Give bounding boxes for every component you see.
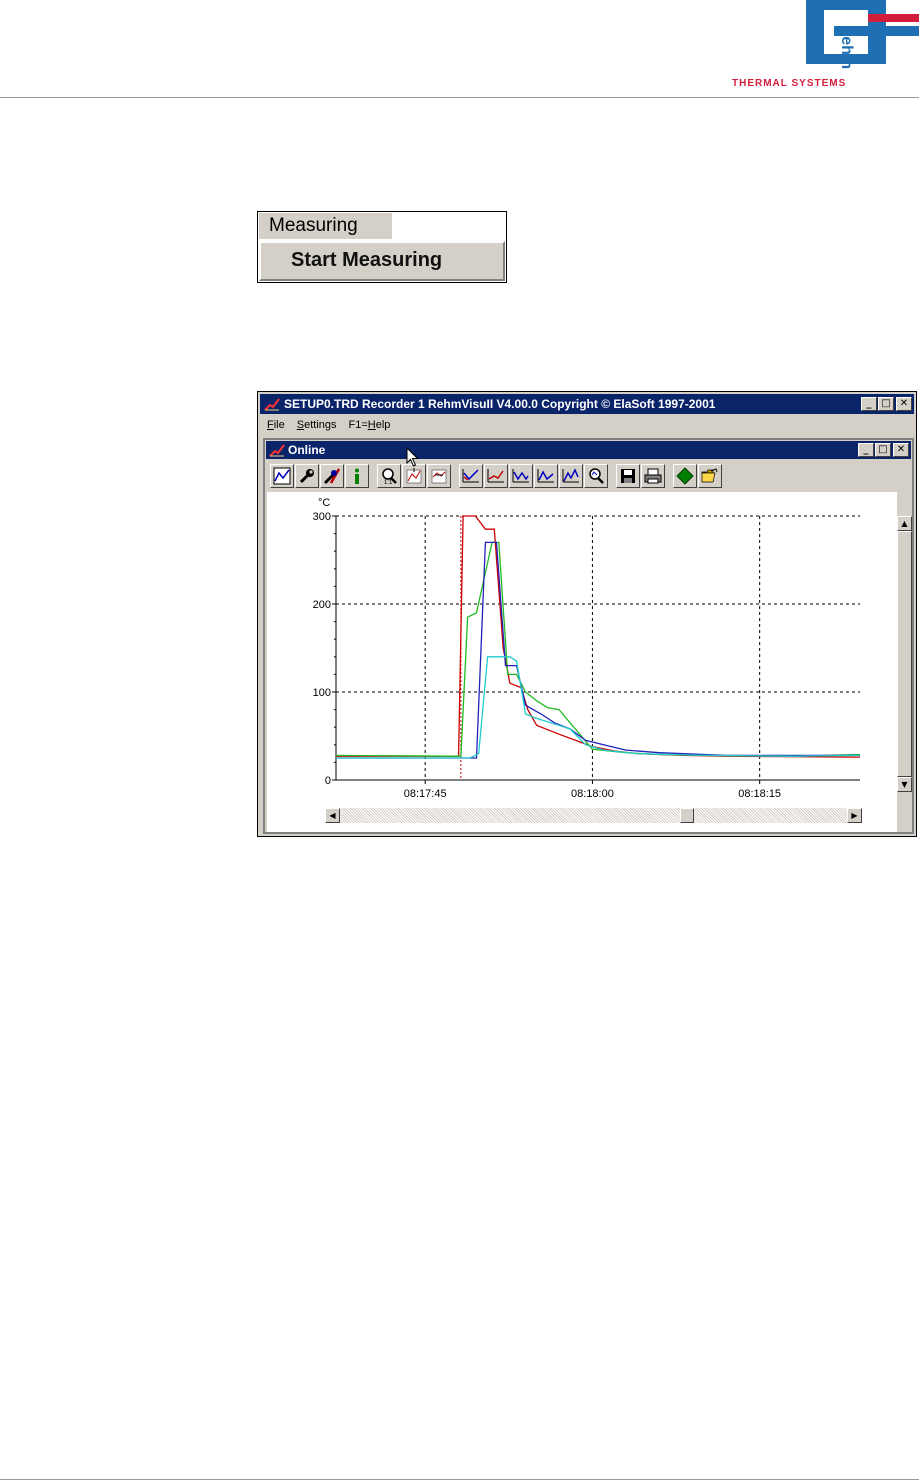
x-tick-label: 08:17:45	[404, 788, 447, 800]
series-line-3	[336, 541, 860, 759]
online-title: Online	[288, 443, 326, 457]
scroll-right-button[interactable]: ▶	[847, 808, 862, 823]
curve-3-button[interactable]	[509, 464, 533, 488]
curve-3-icon	[512, 469, 529, 483]
logo-text: THERMAL SYSTEMS	[732, 78, 847, 89]
zoom-in-chart-button[interactable]	[402, 464, 426, 488]
mouse-pointer-icon	[406, 447, 419, 467]
online-chart-icon	[269, 443, 285, 457]
menu-settings-rest: ettings	[304, 419, 337, 431]
series-line-2	[335, 541, 861, 757]
zoom-in-chart-icon	[406, 468, 422, 484]
curve-2-icon	[487, 469, 504, 483]
vertical-scrollbar[interactable]: ▲ ▼	[897, 516, 912, 792]
open-folder-icon	[701, 468, 718, 483]
measuring-menu-title[interactable]: Measuring	[259, 213, 392, 239]
y-tick-label: 100	[313, 687, 331, 699]
info-button[interactable]	[345, 464, 369, 488]
footer-rule	[0, 1479, 919, 1480]
scroll-left-button[interactable]: ◀	[325, 808, 340, 823]
maximize-button[interactable]: □	[878, 397, 894, 411]
online-maximize-button[interactable]: □	[875, 443, 891, 457]
header-rule	[0, 97, 919, 98]
zoom-out-chart-icon	[431, 469, 447, 484]
y-tick-label: 200	[313, 599, 331, 611]
print-icon	[644, 468, 662, 484]
y-tick-label: 0	[325, 775, 331, 787]
app-chart-icon	[264, 397, 280, 411]
curve-1-icon	[462, 469, 479, 483]
online-child-window: Online _ □ ✕ 1:1 0 100 200 300 08:17:45 …	[263, 438, 914, 834]
curve-zoom-button[interactable]	[584, 464, 608, 488]
start-diamond-icon	[676, 467, 694, 485]
measuring-menu-snippet: Measuring Start Measuring	[257, 211, 507, 283]
zoom-out-chart-button[interactable]	[427, 464, 451, 488]
svg-text:1:1: 1:1	[384, 480, 393, 485]
save-button[interactable]	[616, 464, 640, 488]
menu-help[interactable]: F1=Help	[349, 416, 391, 434]
curve-4-icon	[537, 469, 554, 483]
close-button[interactable]: ✕	[896, 397, 912, 411]
chart-view-icon	[273, 467, 291, 485]
horizontal-scroll-thumb[interactable]	[680, 808, 694, 823]
curve-5-button[interactable]	[559, 464, 583, 488]
online-window-buttons: _ □ ✕	[858, 443, 909, 457]
curve-zoom-icon	[589, 468, 604, 484]
y-axis-label: °C	[318, 497, 330, 509]
menu-file-accel: F	[267, 419, 274, 431]
online-titlebar[interactable]: Online _ □ ✕	[266, 441, 911, 459]
temperature-chart: 0 100 200 300 08:17:45 08:18:00 08:18:15 °C	[313, 497, 861, 800]
app-window-buttons: _ □ ✕	[861, 397, 912, 411]
menu-settings-accel: S	[296, 419, 305, 431]
curve-2-button[interactable]	[484, 464, 508, 488]
tools-icon	[323, 468, 341, 485]
menu-help-prefix: F1=	[348, 419, 368, 431]
open-button[interactable]	[698, 464, 722, 488]
chart-view-button[interactable]	[270, 464, 294, 488]
menu-file-rest: ile	[273, 419, 285, 431]
horizontal-scrollbar[interactable]: ◀ ▶	[325, 808, 862, 823]
menu-help-accel: H	[367, 419, 376, 431]
minimize-button[interactable]: _	[861, 397, 877, 411]
tools-button[interactable]	[320, 464, 344, 488]
vertical-scroll-thumb[interactable]	[897, 531, 912, 777]
logo-mark-text: rehm	[838, 30, 855, 69]
app-titlebar[interactable]: SETUP0.TRD Recorder 1 RehmVisuII V4.00.0…	[260, 394, 914, 414]
rehm-logo: rehm	[806, 0, 919, 69]
wrench-icon	[299, 469, 314, 484]
online-toolbar: 1:1	[270, 464, 723, 488]
scroll-up-button[interactable]: ▲	[897, 516, 912, 531]
curve-4-button[interactable]	[534, 464, 558, 488]
curve-5-icon	[562, 468, 579, 483]
scroll-down-button[interactable]: ▼	[897, 777, 912, 792]
app-menubar: File Settings F1=Help	[260, 416, 914, 434]
series-line-1	[336, 515, 861, 758]
info-icon	[355, 468, 359, 484]
x-tick-label: 08:18:00	[571, 788, 614, 800]
menu-file[interactable]: File	[267, 416, 285, 434]
save-disk-icon	[621, 469, 635, 483]
menu-settings[interactable]: Settings	[297, 416, 337, 434]
y-tick-label: 300	[313, 511, 331, 523]
online-close-button[interactable]: ✕	[893, 443, 909, 457]
logo-red-bar	[868, 14, 919, 22]
menu-help-rest: elp	[375, 419, 391, 431]
curve-1-button[interactable]	[459, 464, 483, 488]
app-title: SETUP0.TRD Recorder 1 RehmVisuII V4.00.0…	[284, 397, 716, 411]
online-minimize-button[interactable]: _	[858, 443, 874, 457]
zoom-1to1-button[interactable]: 1:1	[377, 464, 401, 488]
x-tick-label: 08:18:15	[738, 788, 781, 800]
zoom-1to1-icon: 1:1	[382, 468, 397, 485]
print-button[interactable]	[641, 464, 665, 488]
start-measuring-menu-item[interactable]: Start Measuring	[259, 241, 505, 281]
chart-area[interactable]: 0 100 200 300 08:17:45 08:18:00 08:18:15 °C	[267, 492, 897, 832]
rehmvisu-window: SETUP0.TRD Recorder 1 RehmVisuII V4.00.0…	[257, 391, 917, 837]
wrench-button[interactable]	[295, 464, 319, 488]
start-button[interactable]	[673, 464, 697, 488]
